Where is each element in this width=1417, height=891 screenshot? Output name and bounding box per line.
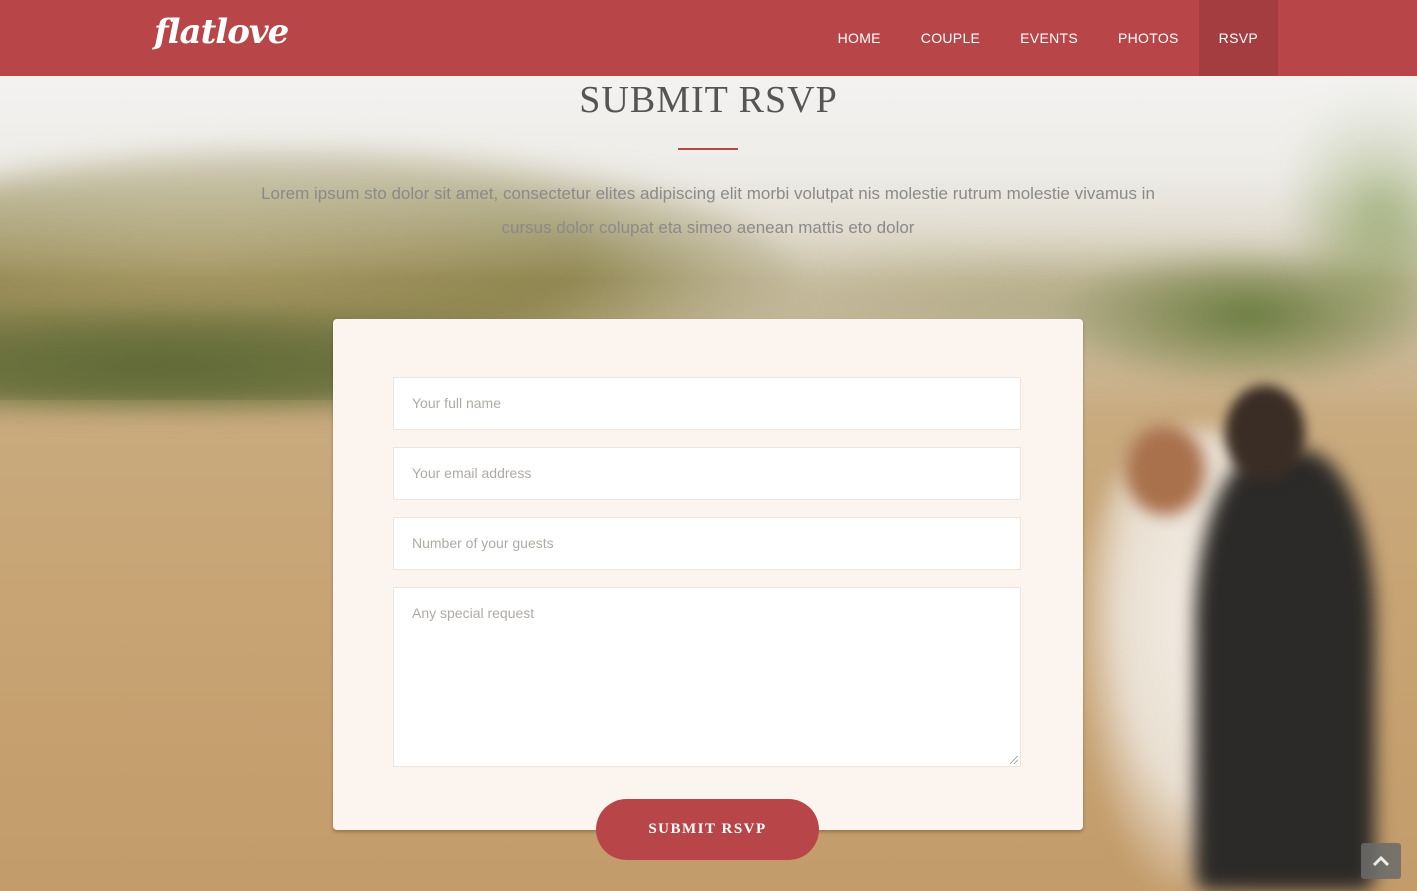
title-divider (678, 148, 738, 150)
section-lead-text: Lorem ipsum sto dolor sit amet, consecte… (261, 184, 1155, 237)
back-to-top-button[interactable] (1361, 843, 1401, 879)
resize-handle-icon[interactable] (1010, 756, 1018, 764)
nav-item-events[interactable]: EVENTS (1000, 0, 1098, 76)
top-navbar: flatlove HOME COUPLE EVENTS PHOTOS RSVP (0, 0, 1417, 76)
full-name-input[interactable]: Your full name (393, 377, 1021, 430)
nav-item-photos[interactable]: PHOTOS (1098, 0, 1199, 76)
guests-count-input[interactable]: Number of your guests (393, 517, 1021, 570)
submit-rsvp-button[interactable]: SUBMIT RSVP (596, 799, 819, 860)
chevron-up-icon (1373, 855, 1389, 867)
nav-item-rsvp[interactable]: RSVP (1198, 0, 1278, 76)
nav-item-home[interactable]: HOME (818, 0, 901, 76)
guests-count-placeholder: Number of your guests (412, 535, 554, 551)
section-title: SUBMIT RSVP (579, 79, 838, 121)
nav-item-couple[interactable]: COUPLE (901, 0, 1000, 76)
special-request-placeholder: Any special request (412, 605, 535, 621)
email-input[interactable]: Your email address (393, 447, 1021, 500)
rsvp-form-card: Your full name Your email address Number… (333, 319, 1083, 830)
full-name-placeholder: Your full name (412, 395, 501, 411)
brand-logo[interactable]: flatlove (154, 12, 289, 52)
special-request-textarea[interactable]: Any special request (393, 587, 1021, 767)
nav-menu: HOME COUPLE EVENTS PHOTOS RSVP (818, 0, 1278, 76)
email-placeholder: Your email address (412, 465, 532, 481)
